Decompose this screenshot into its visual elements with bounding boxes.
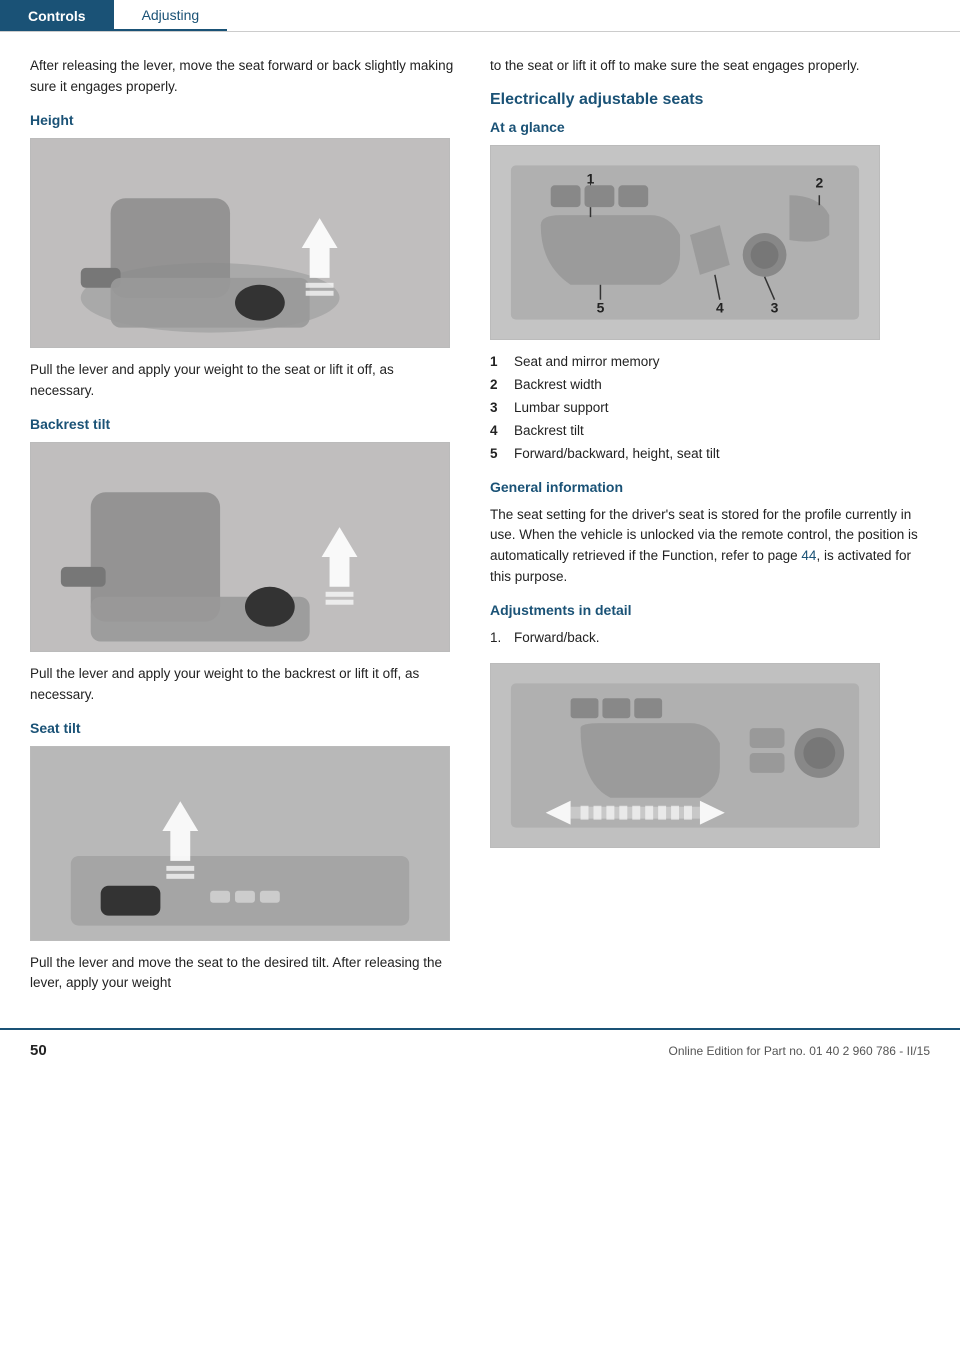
- intro-text: After releasing the lever, move the seat…: [30, 56, 460, 98]
- list-item: 1 Seat and mirror memory: [490, 352, 930, 373]
- adj-num: 1.: [490, 628, 514, 649]
- right-column: to the seat or lift it off to make sure …: [490, 56, 930, 1008]
- header-tabs: Controls Adjusting: [0, 0, 960, 32]
- adjustments-heading: Adjustments in detail: [490, 602, 930, 618]
- height-svg: [31, 138, 449, 348]
- adjustment-item: 1. Forward/back.: [490, 628, 930, 649]
- item-num: 5: [490, 444, 514, 465]
- svg-text:3: 3: [771, 300, 779, 316]
- general-info-link[interactable]: 44: [801, 548, 816, 563]
- item-label: Seat and mirror memory: [514, 352, 930, 373]
- backrest-svg: [31, 442, 449, 652]
- list-item: 2 Backrest width: [490, 375, 930, 396]
- right-intro: to the seat or lift it off to make sure …: [490, 56, 930, 77]
- page-number: 50: [30, 1042, 47, 1059]
- general-info-text: The seat setting for the driver's seat i…: [490, 505, 930, 589]
- item-num: 3: [490, 398, 514, 419]
- list-item: 3 Lumbar support: [490, 398, 930, 419]
- footer-text: Online Edition for Part no. 01 40 2 960 …: [668, 1044, 930, 1058]
- height-heading: Height: [30, 112, 460, 128]
- adj-label: Forward/back.: [514, 628, 600, 649]
- item-num: 1: [490, 352, 514, 373]
- at-glance-heading: At a glance: [490, 119, 930, 135]
- backrest-caption: Pull the lever and apply your weight to …: [30, 664, 460, 706]
- tab-controls[interactable]: Controls: [0, 0, 114, 31]
- seat-tilt-caption: Pull the lever and move the seat to the …: [30, 953, 460, 995]
- item-num: 2: [490, 375, 514, 396]
- item-num: 4: [490, 421, 514, 442]
- item-label: Forward/backward, height, seat tilt: [514, 444, 930, 465]
- general-info-heading: General information: [490, 479, 930, 495]
- list-item: 5 Forward/backward, height, seat tilt: [490, 444, 930, 465]
- elec-heading: Electrically adjustable seats: [490, 91, 930, 109]
- svg-text:4: 4: [716, 300, 724, 316]
- svg-text:2: 2: [815, 174, 823, 190]
- item-label: Backrest width: [514, 375, 930, 396]
- backrest-image: [30, 442, 450, 652]
- height-caption: Pull the lever and apply your weight to …: [30, 360, 460, 402]
- svg-text:5: 5: [597, 300, 605, 316]
- item-label: Backrest tilt: [514, 421, 930, 442]
- backrest-heading: Backrest tilt: [30, 416, 460, 432]
- elec-diagram-image: 1 2 3 4 5: [490, 145, 880, 340]
- list-item: 4 Backrest tilt: [490, 421, 930, 442]
- footer: 50 Online Edition for Part no. 01 40 2 9…: [0, 1028, 960, 1071]
- forward-svg: [491, 663, 879, 848]
- seat-tilt-svg: [31, 746, 449, 941]
- seat-tilt-image: [30, 746, 450, 941]
- item-label: Lumbar support: [514, 398, 930, 419]
- elec-svg: 1 2 3 4 5: [491, 145, 879, 340]
- main-content: After releasing the lever, move the seat…: [0, 32, 960, 1008]
- tab-adjusting[interactable]: Adjusting: [114, 0, 228, 31]
- forward-back-image: [490, 663, 880, 848]
- left-column: After releasing the lever, move the seat…: [30, 56, 460, 1008]
- adjustments-list: 1. Forward/back.: [490, 628, 930, 649]
- seat-tilt-heading: Seat tilt: [30, 720, 460, 736]
- height-image: [30, 138, 450, 348]
- component-list: 1 Seat and mirror memory 2 Backrest widt…: [490, 352, 930, 465]
